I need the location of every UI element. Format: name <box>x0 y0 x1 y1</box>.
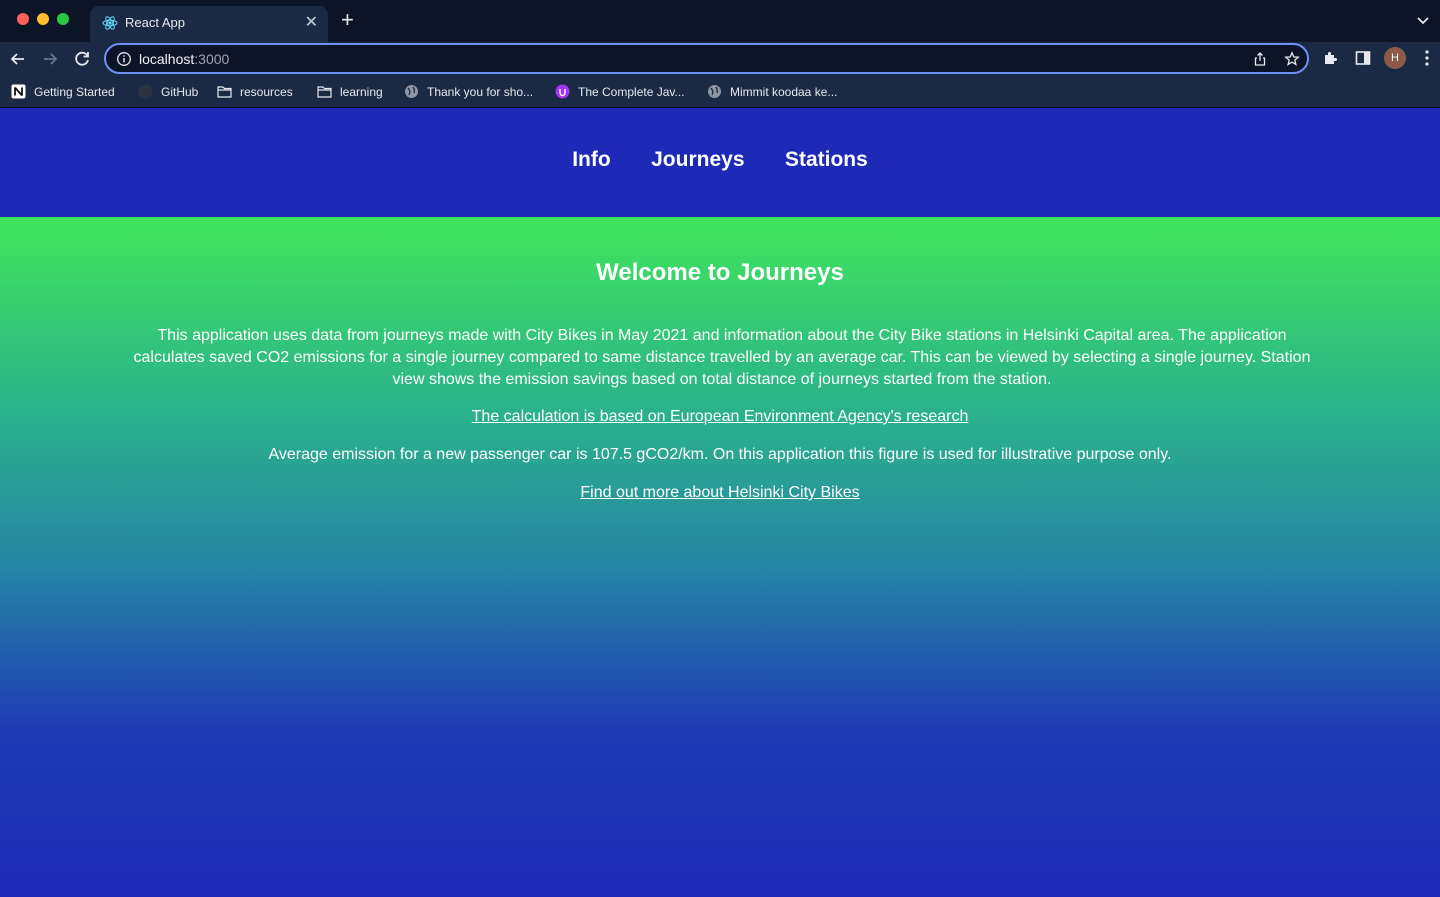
browser-chrome: React App ✕ + localhost:3000 H Getting S… <box>0 0 1440 108</box>
url-text: localhost:3000 <box>139 51 230 67</box>
globe-icon <box>405 85 418 98</box>
bookmark-resources[interactable]: resources <box>217 83 293 101</box>
main-nav: Info Journeys Stations <box>0 148 1440 172</box>
nav-info[interactable]: Info <box>572 148 610 172</box>
github-icon <box>138 84 153 99</box>
address-bar[interactable]: localhost:3000 <box>104 43 1309 74</box>
close-window-button[interactable] <box>17 13 29 25</box>
udemy-icon <box>555 84 570 99</box>
citybikes-link-row: Find out more about Helsinki City Bikes <box>0 484 1440 502</box>
citybikes-link[interactable]: Find out more about Helsinki City Bikes <box>580 484 859 501</box>
chevron-down-icon[interactable] <box>1416 13 1430 27</box>
bookmarks-bar: Getting Started GitHub resources learnin… <box>0 76 1440 108</box>
new-tab-button[interactable]: + <box>341 9 354 31</box>
page-header: Info Journeys Stations <box>0 108 1440 217</box>
reload-icon[interactable] <box>71 48 93 70</box>
welcome-section: Welcome to Journeys This application use… <box>0 217 1440 897</box>
more-menu-icon[interactable] <box>1421 48 1433 68</box>
minimize-window-button[interactable] <box>37 13 49 25</box>
bookmark-github[interactable]: GitHub <box>138 83 198 101</box>
browser-toolbar: localhost:3000 H <box>0 42 1440 76</box>
profile-avatar[interactable]: H <box>1384 47 1406 69</box>
back-arrow-icon[interactable] <box>7 48 29 70</box>
tab-title: React App <box>125 15 185 30</box>
folder-icon <box>217 86 232 98</box>
page-title: Welcome to Journeys <box>596 259 844 286</box>
research-link-row: The calculation is based on European Env… <box>0 408 1440 426</box>
maximize-window-button[interactable] <box>57 13 69 25</box>
react-icon <box>102 16 118 30</box>
average-emission-text: Average emission for a new passenger car… <box>268 446 1172 463</box>
close-tab-icon[interactable]: ✕ <box>305 12 318 32</box>
app-description: This application uses data from journeys… <box>133 327 1311 388</box>
research-link[interactable]: The calculation is based on European Env… <box>472 408 969 425</box>
bookmark-learning[interactable]: learning <box>317 83 383 101</box>
globe-icon <box>708 85 721 98</box>
side-panel-icon[interactable] <box>1354 49 1372 67</box>
tab-react-app[interactable]: React App ✕ <box>90 6 328 42</box>
folder-icon <box>317 86 332 98</box>
nav-journeys[interactable]: Journeys <box>651 148 744 172</box>
extensions-icon[interactable] <box>1322 49 1340 67</box>
bookmark-complete-jav[interactable]: The Complete Jav... <box>555 83 685 101</box>
info-icon[interactable] <box>116 51 132 67</box>
bookmark-mimmit-koodaa[interactable]: Mimmit koodaa ke... <box>707 83 837 101</box>
tab-bar: React App ✕ + <box>0 0 1440 42</box>
bookmark-getting-started[interactable]: Getting Started <box>11 83 115 101</box>
nav-stations[interactable]: Stations <box>785 148 868 172</box>
notion-icon <box>11 84 26 99</box>
bookmark-thank-you[interactable]: Thank you for sho... <box>404 83 533 101</box>
forward-arrow-icon[interactable] <box>39 48 61 70</box>
star-icon[interactable] <box>1284 51 1300 67</box>
share-icon[interactable] <box>1252 51 1268 67</box>
